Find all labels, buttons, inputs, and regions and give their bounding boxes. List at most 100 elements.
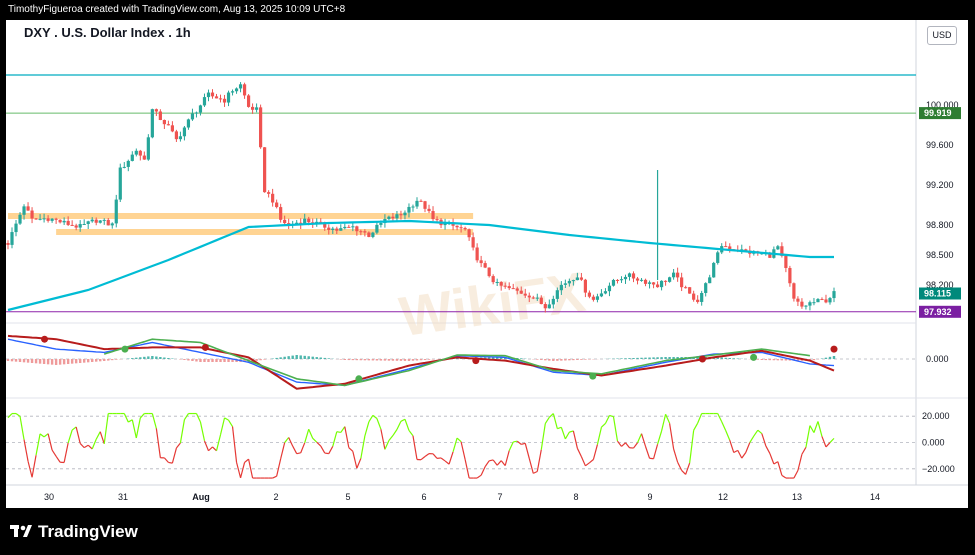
candle-body bbox=[688, 287, 692, 294]
candle-body bbox=[335, 228, 339, 231]
osc-segment bbox=[67, 429, 73, 444]
candle-body bbox=[728, 246, 732, 250]
candle-body bbox=[327, 227, 331, 230]
macd-histogram-bar bbox=[311, 356, 314, 359]
macd-histogram-bar bbox=[387, 359, 391, 361]
osc-segment bbox=[171, 447, 177, 464]
macd-histogram-bar bbox=[399, 359, 403, 361]
candle-body bbox=[684, 287, 688, 289]
candle-body bbox=[194, 112, 199, 114]
osc-segment bbox=[75, 426, 81, 444]
osc-segment bbox=[508, 441, 514, 451]
candle-body bbox=[222, 98, 227, 103]
tradingview-logo[interactable]: TradingView bbox=[10, 522, 138, 542]
osc-segment bbox=[729, 440, 735, 453]
osc-tick-label: 20.000 bbox=[922, 411, 950, 421]
candle-body bbox=[527, 295, 531, 298]
osc-tick-label: 0.000 bbox=[922, 438, 945, 448]
osc-segment bbox=[79, 442, 85, 449]
macd-cross-dot bbox=[41, 335, 49, 343]
macd-histogram-bar bbox=[54, 359, 58, 365]
macd-histogram-bar bbox=[415, 359, 419, 361]
candle-body bbox=[18, 214, 22, 224]
macd-histogram-bar bbox=[540, 359, 543, 360]
macd-histogram-bar bbox=[207, 359, 210, 362]
candle-body bbox=[475, 247, 479, 261]
candle-body bbox=[507, 286, 511, 289]
tradingview-brand: TradingView bbox=[38, 522, 138, 541]
macd-histogram-bar bbox=[560, 359, 563, 361]
osc-segment bbox=[673, 448, 679, 463]
candle-body bbox=[146, 137, 150, 160]
candle-body bbox=[511, 288, 515, 290]
osc-segment bbox=[352, 451, 358, 469]
macd-histogram-bar bbox=[34, 359, 38, 364]
candle-body bbox=[182, 127, 187, 137]
candle-body bbox=[94, 219, 98, 223]
macd-histogram-bar bbox=[195, 359, 198, 362]
osc-segment bbox=[43, 433, 49, 438]
macd-histogram-bar bbox=[780, 359, 784, 361]
candle-body bbox=[712, 262, 716, 278]
candle-body bbox=[66, 220, 70, 225]
currency-button[interactable]: USD bbox=[927, 26, 957, 45]
candle-body bbox=[547, 304, 551, 309]
time-tick-label: Aug bbox=[192, 492, 210, 502]
candle-body bbox=[427, 208, 431, 212]
osc-segment bbox=[320, 445, 326, 454]
price-chart[interactable]: WikiFX100.00099.60099.20098.80098.50098.… bbox=[6, 20, 968, 508]
macd-histogram-bar bbox=[832, 356, 836, 359]
macd-histogram-bar bbox=[736, 358, 739, 359]
macd-histogram-bar bbox=[536, 359, 539, 360]
candle-body bbox=[166, 124, 170, 126]
macd-histogram-bar bbox=[371, 359, 375, 361]
candle-body bbox=[54, 218, 58, 220]
osc-segment bbox=[292, 445, 298, 454]
macd-histogram-bar bbox=[223, 359, 226, 362]
osc-segment bbox=[31, 455, 37, 478]
macd-histogram-bar bbox=[359, 359, 363, 361]
macd-histogram-bar bbox=[351, 359, 355, 361]
candle-body bbox=[387, 216, 391, 220]
osc-segment bbox=[612, 416, 619, 442]
screenshot-frame: TimothyFigueroa created with TradingView… bbox=[0, 0, 975, 555]
osc-segment bbox=[660, 414, 667, 432]
time-tick-label: 8 bbox=[573, 492, 578, 502]
chart-panel[interactable]: WikiFX 100.000 99.600 99.200 98.800 98.500 98.… bbox=[6, 20, 968, 508]
macd-histogram-bar bbox=[772, 359, 776, 361]
macd-cross-dot bbox=[698, 355, 706, 363]
osc-segment bbox=[300, 442, 306, 454]
osc-segment bbox=[489, 459, 494, 462]
price-label-value: 97.932 bbox=[924, 307, 952, 317]
candle-body bbox=[399, 214, 403, 216]
osc-segment bbox=[761, 433, 767, 447]
macd-histogram-bar bbox=[10, 359, 14, 362]
osc-segment bbox=[644, 446, 651, 459]
osc-segment bbox=[745, 442, 751, 453]
osc-segment bbox=[681, 469, 687, 475]
osc-segment bbox=[179, 419, 186, 444]
macd-histogram-bar bbox=[42, 359, 46, 364]
candle-body bbox=[363, 231, 367, 233]
candle-body bbox=[579, 277, 583, 280]
time-tick-label: 9 bbox=[647, 492, 652, 502]
osc-segment bbox=[284, 437, 290, 444]
candle-body bbox=[539, 297, 543, 305]
macd-histogram-bar bbox=[275, 357, 278, 359]
candle-body bbox=[467, 229, 471, 238]
osc-segment bbox=[208, 446, 213, 452]
watermark-text: WikiFX bbox=[396, 260, 589, 348]
osc-segment bbox=[400, 418, 406, 422]
osc-segment bbox=[388, 435, 394, 441]
osc-segment bbox=[99, 431, 105, 445]
osc-segment bbox=[380, 429, 386, 450]
macd-histogram-bar bbox=[644, 357, 647, 359]
candle-body bbox=[784, 255, 788, 268]
candle-body bbox=[832, 291, 836, 299]
osc-segment bbox=[636, 433, 643, 443]
osc-segment bbox=[480, 466, 486, 476]
macd-histogram-bar bbox=[271, 358, 274, 359]
osc-segment bbox=[183, 413, 189, 420]
macd-histogram-bar bbox=[46, 359, 50, 365]
macd-histogram-bar bbox=[652, 357, 655, 359]
